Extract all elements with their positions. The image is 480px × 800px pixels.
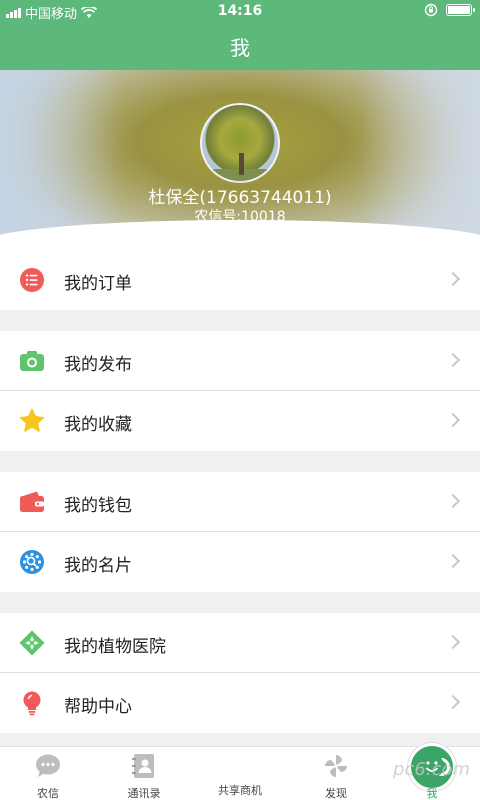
menu-item-label: 帮助中心 — [64, 697, 132, 717]
menu-item-label: 我的收藏 — [64, 415, 132, 435]
chevron-right-icon — [445, 412, 461, 428]
menu-item-label: 我的发布 — [64, 355, 132, 375]
orientation-lock-icon — [424, 3, 438, 17]
card-search-icon — [20, 550, 44, 574]
menu-group-content: 我的发布 我的收藏 — [0, 331, 480, 451]
tab-label: 我 — [426, 787, 438, 800]
chat-icon — [36, 754, 60, 777]
tab-shared-business[interactable]: 共享商机 — [192, 743, 456, 798]
star-icon — [19, 408, 45, 432]
tab-label: 通讯录 — [127, 787, 161, 800]
chevron-right-icon — [445, 694, 461, 710]
menu-item-help-center[interactable]: 帮助中心 — [0, 673, 480, 733]
list-icon — [20, 268, 44, 292]
avatar[interactable] — [200, 103, 280, 183]
tab-nongxin[interactable]: 农信 — [0, 753, 96, 800]
tab-discover[interactable]: 发现 — [288, 753, 384, 800]
wallet-icon — [20, 491, 44, 512]
pinwheel-icon — [325, 755, 347, 777]
status-time: 14:16 — [217, 3, 263, 19]
tab-label: 发现 — [325, 787, 347, 800]
chevron-right-icon — [445, 352, 461, 368]
tab-label: 农信 — [37, 787, 59, 800]
menu-item-label: 我的钱包 — [64, 496, 132, 516]
menu-item-posts[interactable]: 我的发布 — [0, 331, 480, 391]
chevron-right-icon — [445, 553, 461, 569]
battery-icon — [446, 4, 475, 16]
status-bar: 中国移动 14:16 — [0, 0, 480, 22]
menu-item-business-card[interactable]: 我的名片 — [0, 532, 480, 592]
menu-item-favorites[interactable]: 我的收藏 — [0, 391, 480, 451]
menu-item-wallet[interactable]: 我的钱包 — [0, 472, 480, 532]
user-name: 杜保全(17663744011) — [148, 188, 332, 208]
plant-hospital-icon — [19, 630, 45, 656]
contacts-icon — [132, 754, 154, 778]
menu-item-label: 我的订单 — [64, 274, 132, 294]
tab-label: 共享商机 — [218, 784, 262, 797]
tab-contacts[interactable]: 通讯录 — [96, 753, 192, 800]
menu-item-label: 我的名片 — [64, 556, 132, 576]
page-title: 我 — [230, 36, 250, 60]
menu-group-orders: 我的订单 — [0, 250, 480, 310]
menu-group-wallet: 我的钱包 我的名片 — [0, 472, 480, 592]
menu-item-orders[interactable]: 我的订单 — [0, 250, 480, 310]
profile-header: 杜保全(17663744011) 农信号:10018 — [0, 70, 480, 250]
tab-bar: 农信 通讯录 共享商机 发现 我 pc6.com — [0, 743, 480, 800]
menu-item-plant-hospital[interactable]: 我的植物医院 — [0, 613, 480, 673]
menu-item-label: 我的植物医院 — [64, 637, 166, 657]
watermark-text: pc6.com — [393, 759, 470, 780]
top-bar: 中国移动 14:16 我 — [0, 0, 480, 70]
chevron-right-icon — [445, 634, 461, 650]
chevron-right-icon — [445, 493, 461, 509]
camera-icon — [20, 351, 44, 371]
bulb-icon — [23, 691, 41, 716]
menu-group-services: 我的植物医院 帮助中心 — [0, 613, 480, 733]
chevron-right-icon — [445, 271, 461, 287]
